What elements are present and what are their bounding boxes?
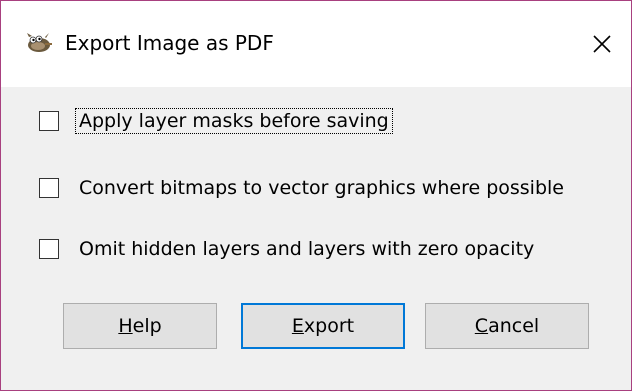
export-pdf-dialog: Export Image as PDF Apply layer masks be… [0,0,632,391]
apply-layer-masks-checkbox[interactable] [39,111,59,131]
omit-hidden-layers-checkbox[interactable] [39,239,59,259]
export-button[interactable]: Export [241,303,405,349]
export-mnemonic: E [291,315,304,337]
title-bar[interactable]: Export Image as PDF [1,1,631,87]
cancel-mnemonic: C [474,315,489,337]
help-label-rest: elp [132,315,162,337]
convert-bitmaps-label[interactable]: Convert bitmaps to vector graphics where… [76,176,567,200]
help-button[interactable]: Help [63,303,217,349]
option-convert-bitmaps[interactable]: Convert bitmaps to vector graphics where… [39,174,567,202]
dialog-title: Export Image as PDF [65,31,274,55]
help-mnemonic: H [118,315,133,337]
dialog-content: Apply layer masks before saving Convert … [1,87,631,390]
export-label-rest: xport [303,315,355,337]
option-apply-layer-masks[interactable]: Apply layer masks before saving [39,107,393,135]
omit-hidden-layers-label[interactable]: Omit hidden layers and layers with zero … [76,237,537,261]
gimp-wilber-icon [27,33,52,52]
cancel-label-rest: ancel [488,315,540,337]
convert-bitmaps-checkbox[interactable] [39,178,59,198]
apply-layer-masks-label[interactable]: Apply layer masks before saving [75,108,393,134]
option-omit-hidden-layers[interactable]: Omit hidden layers and layers with zero … [39,235,537,263]
close-icon[interactable] [587,29,617,59]
cancel-button[interactable]: Cancel [425,303,589,349]
